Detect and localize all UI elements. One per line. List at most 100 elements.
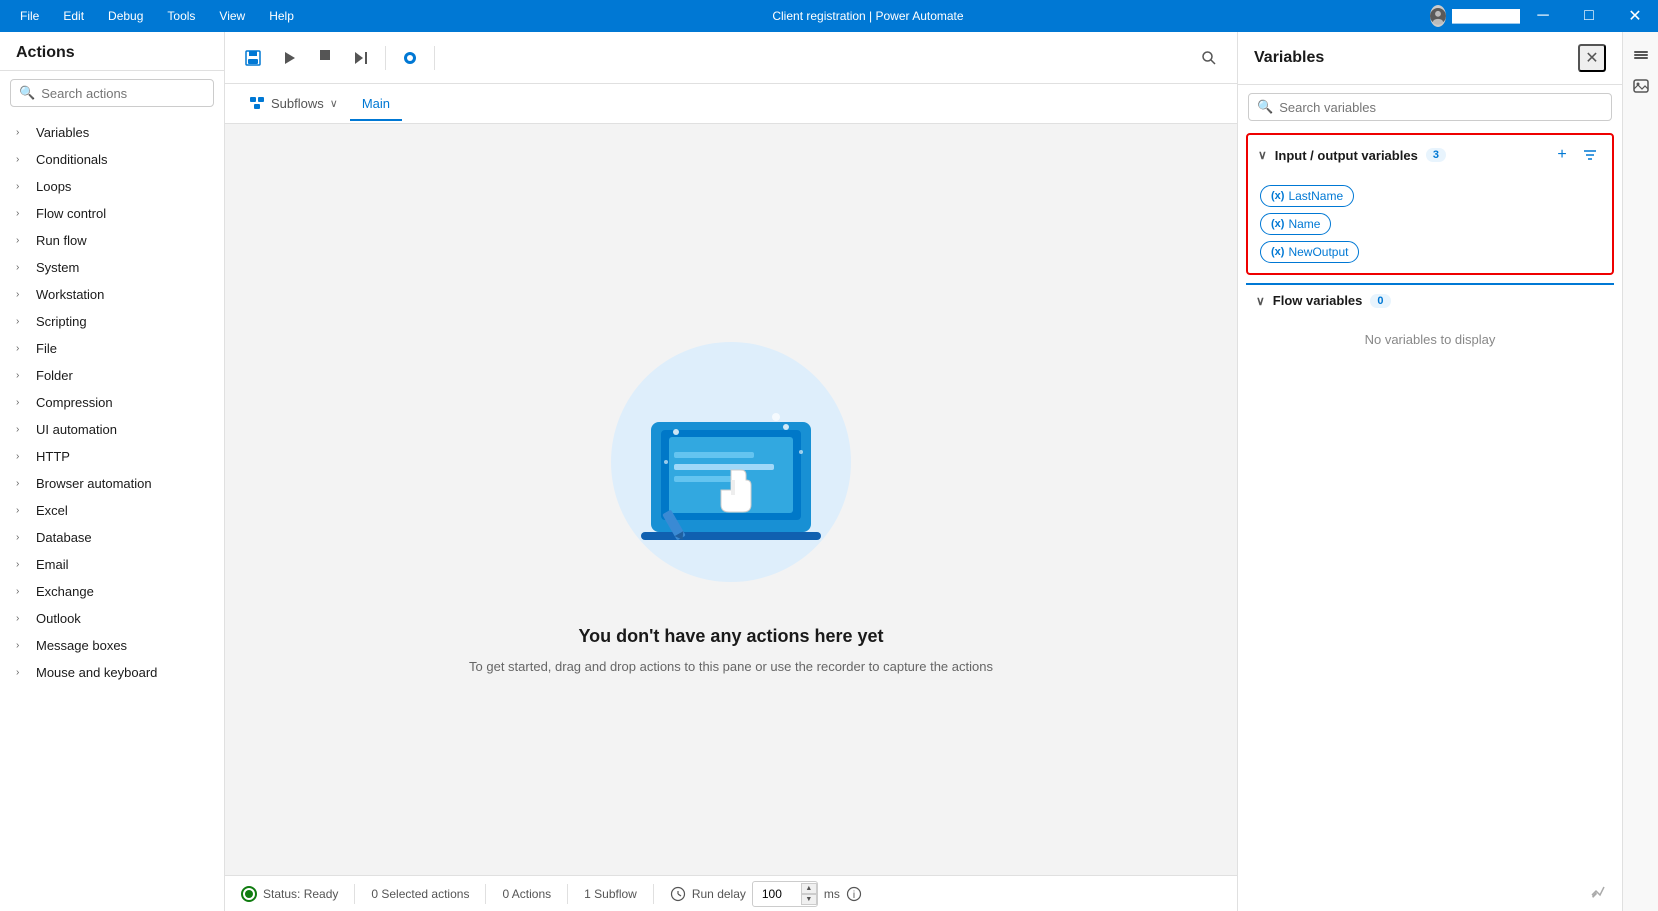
run-delay-input[interactable]	[753, 882, 801, 906]
chevron-right-icon: ›	[16, 505, 28, 517]
variables-close-button[interactable]: ✕	[1578, 44, 1606, 72]
spinner-up[interactable]: ▲	[801, 883, 817, 894]
input-output-variables-section: ∨ Input / output variables 3 + (x) LastN…	[1246, 133, 1614, 275]
action-item-label: Message boxes	[36, 638, 127, 653]
var-chip-newoutput[interactable]: (x) NewOutput	[1260, 241, 1359, 263]
variables-search-box[interactable]: 🔍	[1248, 93, 1612, 121]
action-item-outlook[interactable]: › Outlook	[0, 605, 224, 632]
action-item-ui-automation[interactable]: › UI automation	[0, 416, 224, 443]
action-item-workstation[interactable]: › Workstation	[0, 281, 224, 308]
action-item-email[interactable]: › Email	[0, 551, 224, 578]
action-item-database[interactable]: › Database	[0, 524, 224, 551]
chevron-right-icon: ›	[16, 451, 28, 463]
var-chip-lastname[interactable]: (x) LastName	[1260, 185, 1354, 207]
menu-debug[interactable]: Debug	[96, 5, 155, 27]
action-item-variables[interactable]: › Variables	[0, 119, 224, 146]
input-output-section-header[interactable]: ∨ Input / output variables 3 +	[1248, 135, 1612, 175]
search-toolbar-button[interactable]	[1193, 42, 1225, 74]
action-item-loops[interactable]: › Loops	[0, 173, 224, 200]
run-delay-box: Run delay ▲ ▼ ms i	[670, 881, 862, 907]
toolbar	[225, 32, 1237, 84]
chevron-right-icon: ›	[16, 343, 28, 355]
action-item-label: File	[36, 341, 57, 356]
image-button[interactable]	[1627, 72, 1655, 100]
chevron-right-icon: ›	[16, 127, 28, 139]
flow-section-header[interactable]: ∨ Flow variables 0	[1246, 283, 1614, 316]
record-button[interactable]	[394, 42, 426, 74]
menu-tools[interactable]: Tools	[155, 5, 207, 27]
action-item-label: Mouse and keyboard	[36, 665, 157, 680]
actions-count: 0 Actions	[502, 887, 551, 901]
variables-search-icon: 🔍	[1257, 99, 1273, 115]
save-button[interactable]	[237, 42, 269, 74]
variables-header: Variables ✕	[1238, 32, 1622, 85]
run-delay-label: Run delay	[692, 887, 746, 901]
action-item-browser-automation[interactable]: › Browser automation	[0, 470, 224, 497]
var-prefix-icon: (x)	[1271, 190, 1284, 202]
filter-variables-button[interactable]	[1578, 143, 1602, 167]
maximize-button[interactable]: □	[1566, 0, 1612, 32]
action-item-http[interactable]: › HTTP	[0, 443, 224, 470]
action-item-flow-control[interactable]: › Flow control	[0, 200, 224, 227]
action-item-compression[interactable]: › Compression	[0, 389, 224, 416]
action-item-mouse-keyboard[interactable]: › Mouse and keyboard	[0, 659, 224, 686]
var-chip-name[interactable]: (x) Name	[1260, 213, 1331, 235]
step-button[interactable]	[345, 42, 377, 74]
actions-search-input[interactable]	[41, 86, 217, 101]
close-button[interactable]: ✕	[1612, 0, 1658, 32]
empty-illustration	[591, 322, 871, 602]
play-button[interactable]	[273, 42, 305, 74]
chevron-right-icon: ›	[16, 316, 28, 328]
menu-edit[interactable]: Edit	[51, 5, 96, 27]
action-item-label: Compression	[36, 395, 113, 410]
action-item-folder[interactable]: › Folder	[0, 362, 224, 389]
action-item-system[interactable]: › System	[0, 254, 224, 281]
action-item-label: Folder	[36, 368, 73, 383]
chevron-right-icon: ›	[16, 424, 28, 436]
chevron-right-icon: ›	[16, 478, 28, 490]
var-item-newoutput: (x) NewOutput	[1260, 241, 1600, 263]
chevron-right-icon: ›	[16, 532, 28, 544]
input-output-section-label: Input / output variables	[1275, 148, 1418, 163]
action-item-scripting[interactable]: › Scripting	[0, 308, 224, 335]
status-separator-4	[653, 884, 654, 904]
subflow-count: 1 Subflow	[584, 887, 637, 901]
svg-text:i: i	[853, 890, 855, 901]
chevron-right-icon: ›	[16, 640, 28, 652]
menu-file[interactable]: File	[8, 5, 51, 27]
menu-help[interactable]: Help	[257, 5, 306, 27]
window-title: Client registration | Power Automate	[306, 9, 1430, 23]
menu-view[interactable]: View	[207, 5, 257, 27]
action-item-label: System	[36, 260, 79, 275]
add-variable-button[interactable]: +	[1550, 143, 1574, 167]
layers-button[interactable]	[1627, 40, 1655, 68]
variables-search-input[interactable]	[1279, 100, 1603, 115]
spinner-down[interactable]: ▼	[801, 894, 817, 905]
clear-variables-button[interactable]	[1586, 879, 1610, 903]
chevron-right-icon: ›	[16, 559, 28, 571]
flow-count-badge: 0	[1370, 294, 1390, 308]
var-prefix-icon: (x)	[1271, 218, 1284, 230]
action-item-excel[interactable]: › Excel	[0, 497, 224, 524]
chevron-right-icon: ›	[16, 370, 28, 382]
action-item-conditionals[interactable]: › Conditionals	[0, 146, 224, 173]
actions-search-box[interactable]: 🔍	[10, 79, 214, 107]
action-item-run-flow[interactable]: › Run flow	[0, 227, 224, 254]
chevron-right-icon: ›	[16, 208, 28, 220]
tab-subflows[interactable]: Subflows ∨	[237, 87, 350, 121]
action-item-message-boxes[interactable]: › Message boxes	[0, 632, 224, 659]
chevron-right-icon: ›	[16, 181, 28, 193]
stop-button[interactable]	[309, 42, 341, 74]
tab-subflows-label: Subflows	[271, 96, 324, 111]
action-item-exchange[interactable]: › Exchange	[0, 578, 224, 605]
run-delay-unit: ms	[824, 887, 840, 901]
title-bar: File Edit Debug Tools View Help Client r…	[0, 0, 1658, 32]
chevron-right-icon: ›	[16, 154, 28, 166]
tab-main[interactable]: Main	[350, 88, 402, 121]
actions-search-icon: 🔍	[19, 85, 35, 101]
empty-canvas-title: You don't have any actions here yet	[578, 626, 883, 647]
minimize-button[interactable]: ─	[1520, 0, 1566, 32]
user-avatar[interactable]: ████████	[1430, 0, 1520, 32]
action-item-file[interactable]: › File	[0, 335, 224, 362]
toolbar-separator-2	[434, 46, 435, 70]
